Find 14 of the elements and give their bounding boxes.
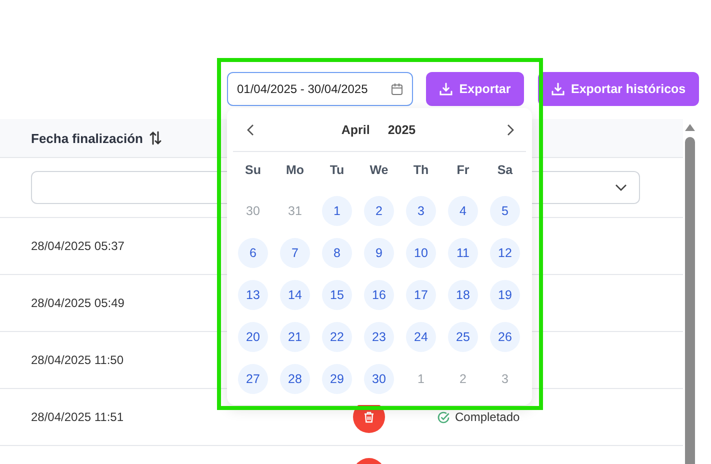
- weekday-label: We: [370, 163, 388, 177]
- weekday-label: Su: [245, 163, 261, 177]
- weekday-label: Fr: [456, 163, 470, 177]
- column-header: Fecha finalización: [31, 130, 143, 146]
- date-cell: 28/04/2025 05:37: [31, 239, 124, 253]
- weekday-label: Tu: [330, 163, 344, 177]
- date-cell: 28/04/2025 05:49: [31, 296, 124, 310]
- weekday-label: Sa: [497, 163, 513, 177]
- weekday-label: Th: [413, 163, 429, 177]
- weekday-label: Mo: [286, 163, 304, 177]
- date-range-value: 01/04/2025 - 30/04/2025: [237, 82, 368, 96]
- status-text: Completado: [455, 410, 520, 424]
- date-cell: 28/04/2025 11:50: [31, 353, 124, 367]
- date-cell: 28/04/2025 11:51: [31, 410, 124, 424]
